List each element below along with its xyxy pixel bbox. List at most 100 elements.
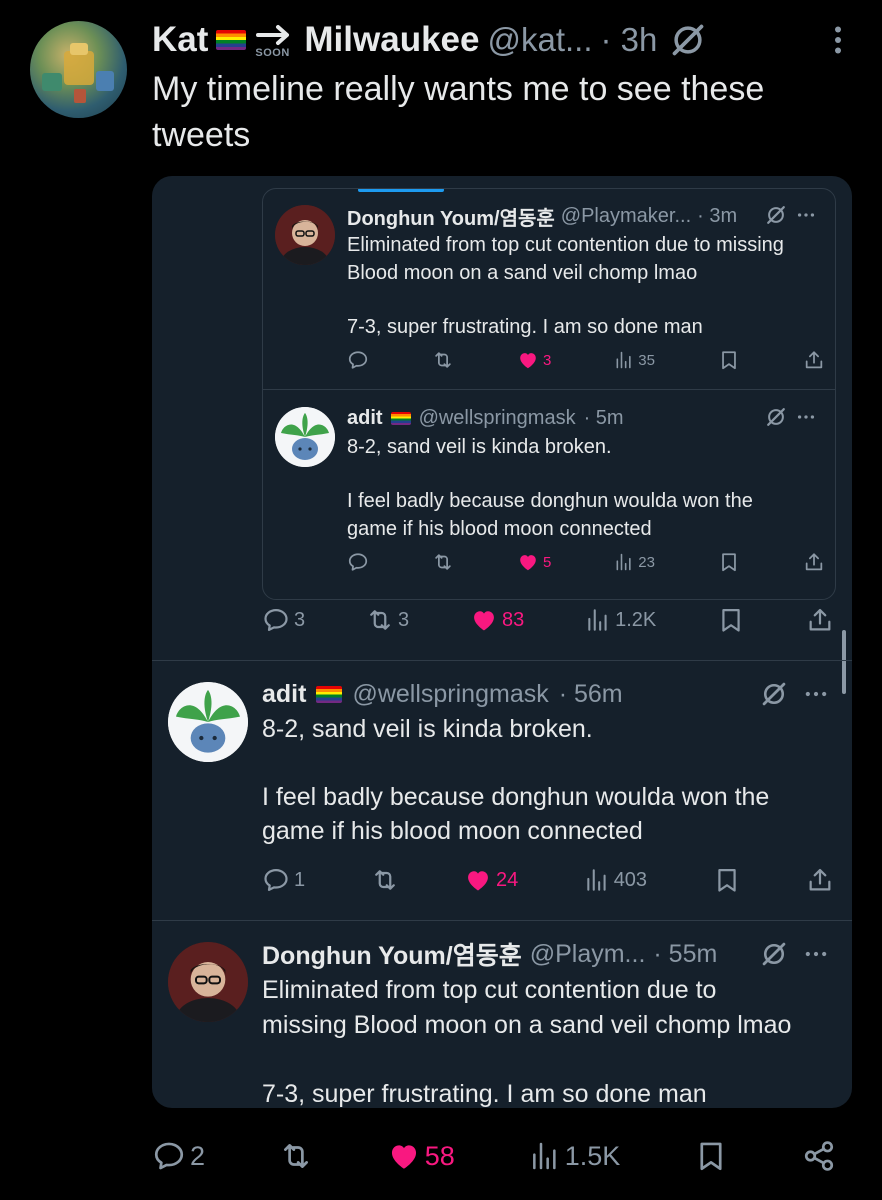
soon-label: SOON — [255, 47, 290, 59]
quote2-grok-icon[interactable] — [765, 406, 787, 428]
view-count: 1.5K — [564, 1140, 621, 1171]
outer-bookmark-button[interactable] — [717, 606, 745, 634]
tweet2-grok-icon[interactable] — [760, 680, 788, 708]
outer-share-button[interactable] — [806, 606, 834, 634]
quote1-views-button[interactable]: 35 — [614, 350, 655, 370]
quote2-author-name[interactable]: adit — [347, 407, 383, 430]
quote1-handle[interactable]: @Playmaker... — [561, 205, 691, 228]
views-button[interactable]: 1.5K — [529, 1140, 621, 1172]
donghun-avatar-large[interactable] — [168, 942, 248, 1022]
tweet-text: My timeline really wants me to see these… — [152, 66, 764, 158]
quote1-share-button[interactable] — [803, 349, 825, 371]
kat-avatar[interactable] — [30, 21, 127, 118]
outer-views-button[interactable]: 1.2K — [585, 607, 656, 633]
reply-count: 2 — [190, 1140, 206, 1171]
tweet3-handle[interactable]: @Playm... — [530, 940, 646, 969]
quote2-like-count: 5 — [542, 553, 552, 571]
attached-screenshot[interactable]: Donghun Youm/염동훈 @Playmaker... · 3m Elim… — [152, 176, 852, 1108]
author-location: Milwaukee — [304, 20, 480, 59]
quote2-views-button[interactable]: 23 — [614, 552, 655, 572]
quote1-grok-icon[interactable] — [765, 204, 787, 226]
tweet2-pride-flag-icon — [316, 685, 343, 703]
quote2-bookmark-button[interactable] — [718, 551, 740, 573]
tweet2-more-icon[interactable] — [802, 680, 830, 708]
quote1-time[interactable]: · 3m — [697, 205, 737, 228]
tweet3-text-line-1: Eliminated from top cut contention due t… — [262, 976, 717, 1004]
tweet-text-line-2: tweets — [152, 116, 251, 154]
tweet2-repost-button[interactable] — [371, 866, 399, 894]
quote1-repost-button[interactable] — [432, 349, 454, 371]
quote1-reply-button[interactable] — [347, 349, 369, 371]
scrollbar[interactable] — [842, 630, 846, 694]
quote1-author-name[interactable]: Donghun Youm/염동훈 — [347, 202, 555, 231]
quote2-pride-flag-icon — [390, 411, 411, 425]
quote1-bookmark-button[interactable] — [718, 349, 740, 371]
quote1-actions: 3 35 — [347, 349, 825, 371]
repost-button[interactable] — [279, 1139, 313, 1173]
author-handle[interactable]: @kat... — [487, 21, 592, 59]
screenshot-tweet-actions: 3 3 83 1.2K — [262, 606, 834, 634]
pride-flag-icon — [216, 30, 247, 50]
tweet2-like-button[interactable]: 24 — [464, 866, 518, 894]
tweet2-text-line-1: 8-2, sand veil is kinda broken. — [262, 715, 593, 743]
tweet2-like-count: 24 — [496, 868, 519, 891]
reply-button[interactable]: 2 — [152, 1139, 205, 1173]
tweet3-grok-icon[interactable] — [760, 940, 788, 968]
tweet3-more-icon[interactable] — [802, 940, 830, 968]
quote2-repost-button[interactable] — [432, 551, 454, 573]
quote2-time[interactable]: · 5m — [584, 407, 624, 430]
quote2-text-line-3: game if his blood moon connected — [347, 518, 652, 540]
outer-repost-count: 3 — [397, 608, 410, 631]
outer-view-count: 1.2K — [615, 608, 657, 631]
tweet2-views-button[interactable]: 403 — [584, 867, 647, 893]
quote-divider — [263, 389, 835, 390]
tweet2-reply-button[interactable]: 1 — [262, 866, 305, 894]
outer-reply-button[interactable]: 3 — [262, 606, 305, 634]
quote1-like-count: 3 — [542, 351, 552, 369]
tweet2-bookmark-button[interactable] — [713, 866, 741, 894]
tweet3-author-name[interactable]: Donghun Youm/염동훈 — [262, 936, 522, 972]
tweet-time[interactable]: · 3h — [601, 21, 658, 59]
tweet3-text-line-3: 7-3, super frustrating. I am so done man — [262, 1080, 707, 1108]
tweet2-author-name[interactable]: adit — [262, 680, 306, 709]
donghun-avatar[interactable] — [275, 205, 335, 265]
tweet3-text-line-2: missing Blood moon on a sand veil chomp … — [262, 1011, 792, 1039]
quote1-view-count: 35 — [638, 351, 655, 369]
quote2-text-line-1: 8-2, sand veil is kinda broken. — [347, 436, 612, 458]
bookmark-button[interactable] — [694, 1139, 728, 1173]
author-name[interactable]: Kat — [152, 20, 208, 60]
soon-arrow-icon: SOON — [254, 20, 296, 60]
outer-reply-count: 3 — [294, 608, 306, 631]
like-button[interactable]: 58 — [387, 1139, 455, 1173]
quote2-reply-button[interactable] — [347, 551, 369, 573]
tweet2-reply-count: 1 — [294, 868, 306, 891]
tweet2-text-line-3: game if his blood moon connected — [262, 817, 643, 845]
quote2-share-button[interactable] — [803, 551, 825, 573]
outer-like-count: 83 — [501, 608, 525, 631]
quote1-text-line-1: Eliminated from top cut contention due t… — [347, 234, 784, 256]
tweet3-time[interactable]: · 55m — [653, 940, 717, 969]
quote2-more-icon[interactable] — [795, 406, 817, 428]
tweet2-handle[interactable]: @wellspringmask — [352, 680, 548, 709]
adit-avatar-small[interactable] — [275, 407, 335, 467]
outer-repost-button[interactable]: 3 — [366, 606, 409, 634]
outer-like-button[interactable]: 83 — [470, 606, 524, 634]
tweet-divider — [152, 660, 852, 661]
adit-avatar[interactable] — [168, 682, 248, 762]
quote1-more-icon[interactable] — [795, 204, 817, 226]
tweet2-actions: 1 24 403 — [262, 866, 834, 894]
like-count: 58 — [424, 1140, 455, 1171]
quote2-view-count: 23 — [638, 553, 655, 571]
tweet2-time[interactable]: · 56m — [559, 680, 623, 709]
more-options-icon[interactable] — [820, 22, 856, 58]
quote2-handle[interactable]: @wellspringmask — [419, 407, 576, 430]
grok-icon[interactable] — [669, 21, 707, 59]
tweet2-view-count: 403 — [613, 868, 648, 891]
tweet-text-line-1: My timeline really wants me to see these — [152, 70, 765, 108]
quote2-like-button[interactable]: 5 — [517, 551, 551, 573]
quote1-like-button[interactable]: 3 — [517, 349, 551, 371]
share-button[interactable] — [802, 1139, 836, 1173]
tweet2-share-button[interactable] — [806, 866, 834, 894]
quote1-text-line-3: 7-3, super frustrating. I am so done man — [347, 316, 703, 338]
quoted-tweet-donghun[interactable]: Donghun Youm/염동훈 @Playmaker... · 3m Elim… — [262, 188, 836, 600]
